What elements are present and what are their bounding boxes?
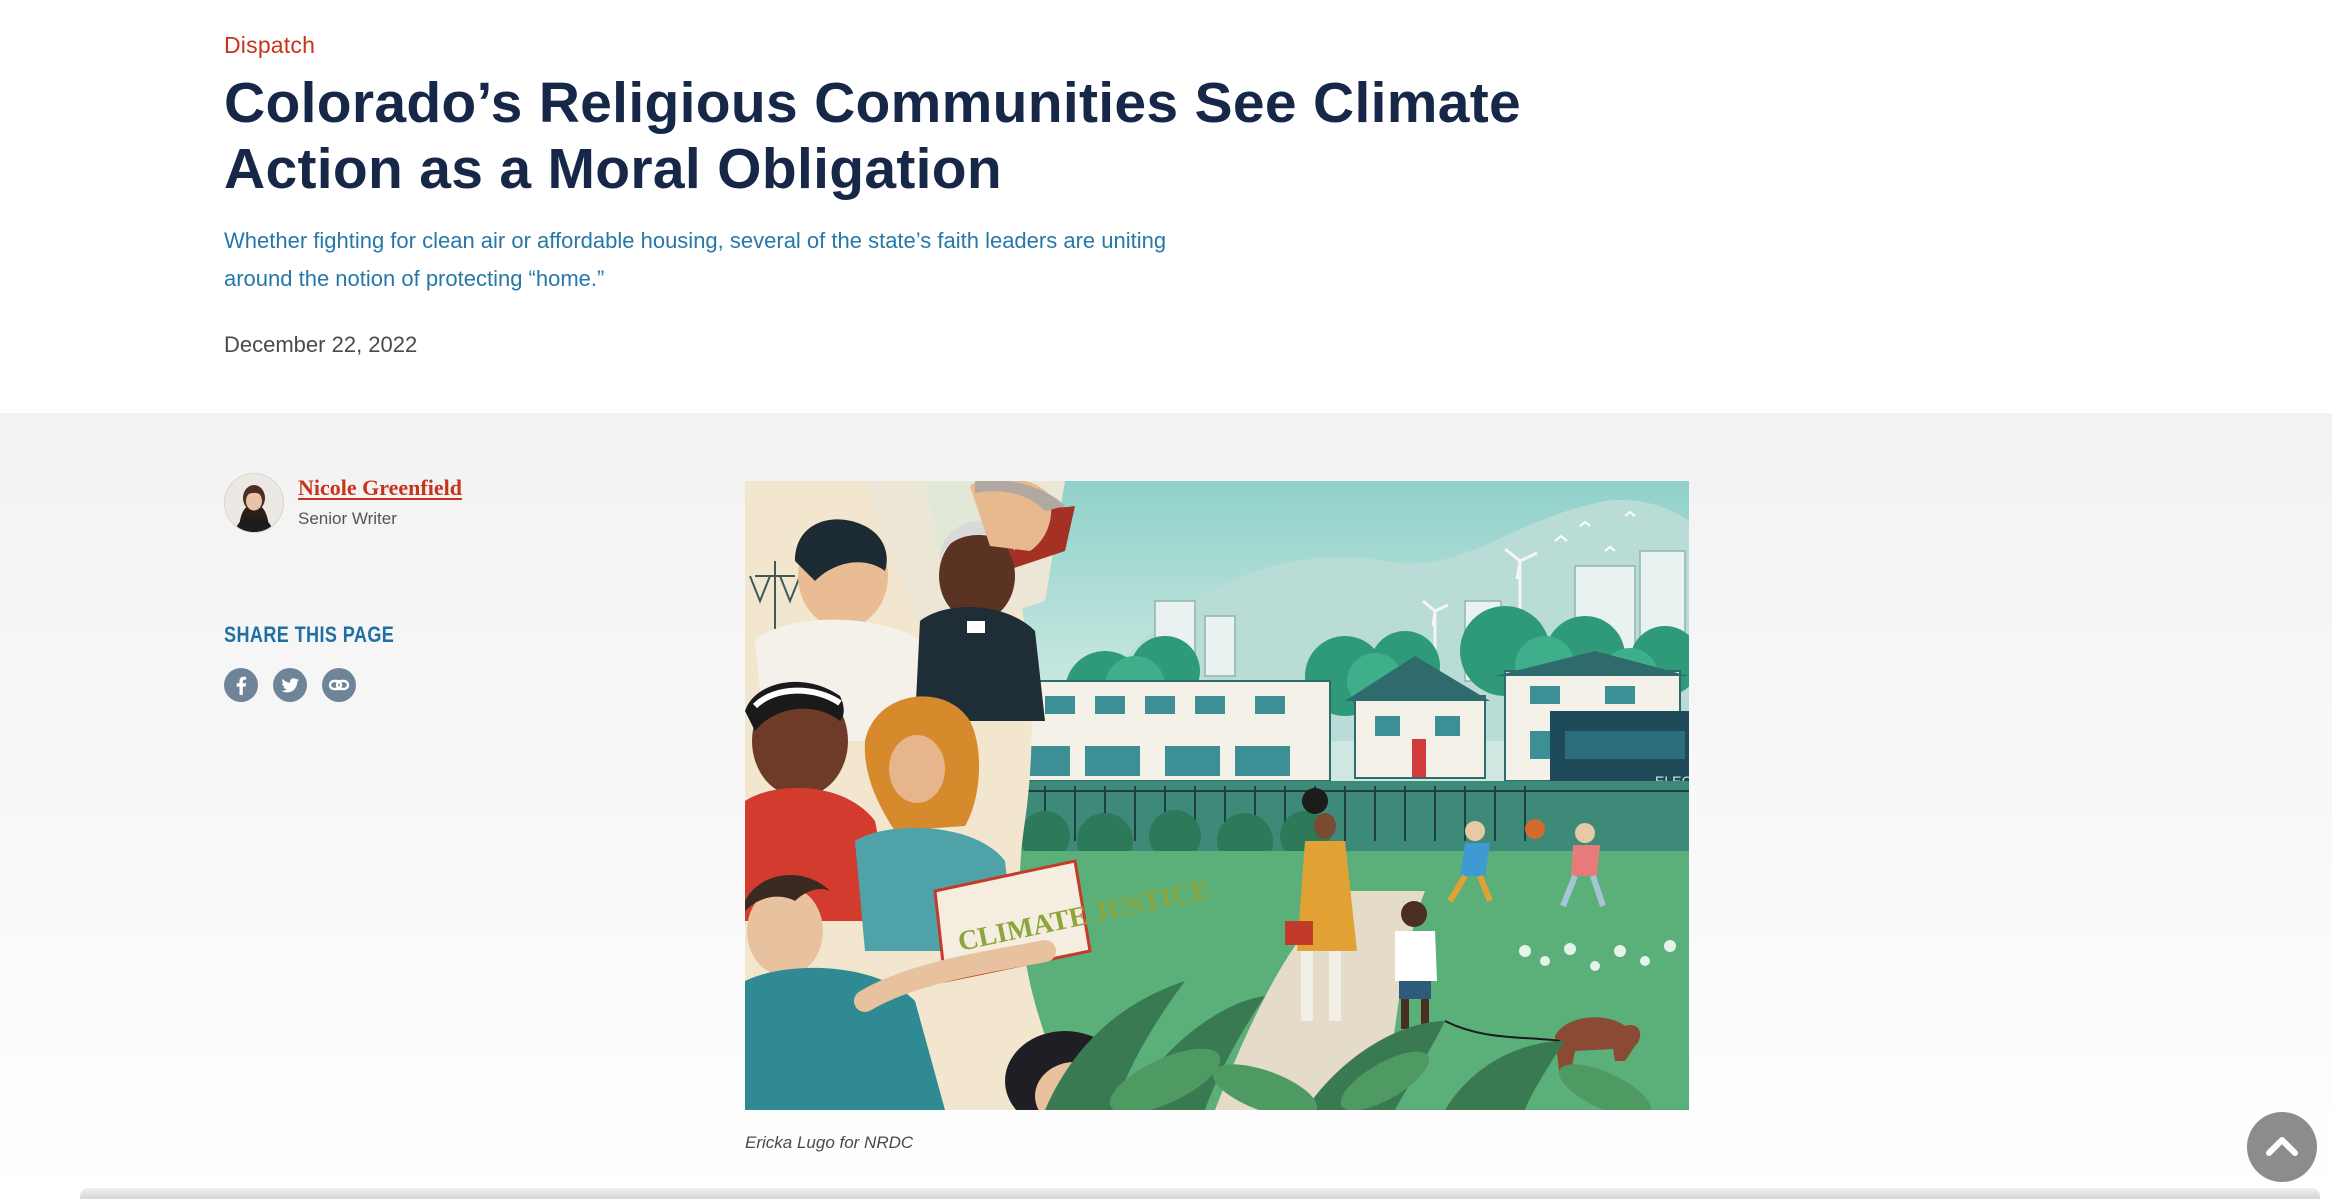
article-title: Colorado’s Religious Communities See Cli… [224, 71, 1522, 201]
avatar[interactable] [224, 473, 284, 533]
facebook-icon[interactable] [224, 668, 258, 702]
author-name-link[interactable]: Nicole Greenfield [298, 475, 462, 501]
chevron-up-icon [2266, 1137, 2298, 1156]
article-category[interactable]: Dispatch [224, 32, 315, 59]
scroll-to-top-button[interactable] [2247, 1112, 2317, 1182]
author-role: Senior Writer [298, 509, 397, 528]
article-illustration: ELEC [745, 481, 1689, 1110]
share-icon-group [224, 668, 356, 702]
article-date: December 22, 2022 [224, 332, 418, 357]
article-subtitle: Whether fighting for clean air or afford… [224, 228, 1167, 291]
image-caption: Ericka Lugo for NRDC [745, 1133, 914, 1152]
bottom-overlay-bar [80, 1188, 2320, 1199]
link-icon[interactable] [322, 668, 356, 702]
twitter-icon[interactable] [273, 668, 307, 702]
article-header: Dispatch Colorado’s Religious Communitie… [0, 0, 2332, 413]
share-heading: SHARE THIS PAGE [224, 622, 395, 647]
